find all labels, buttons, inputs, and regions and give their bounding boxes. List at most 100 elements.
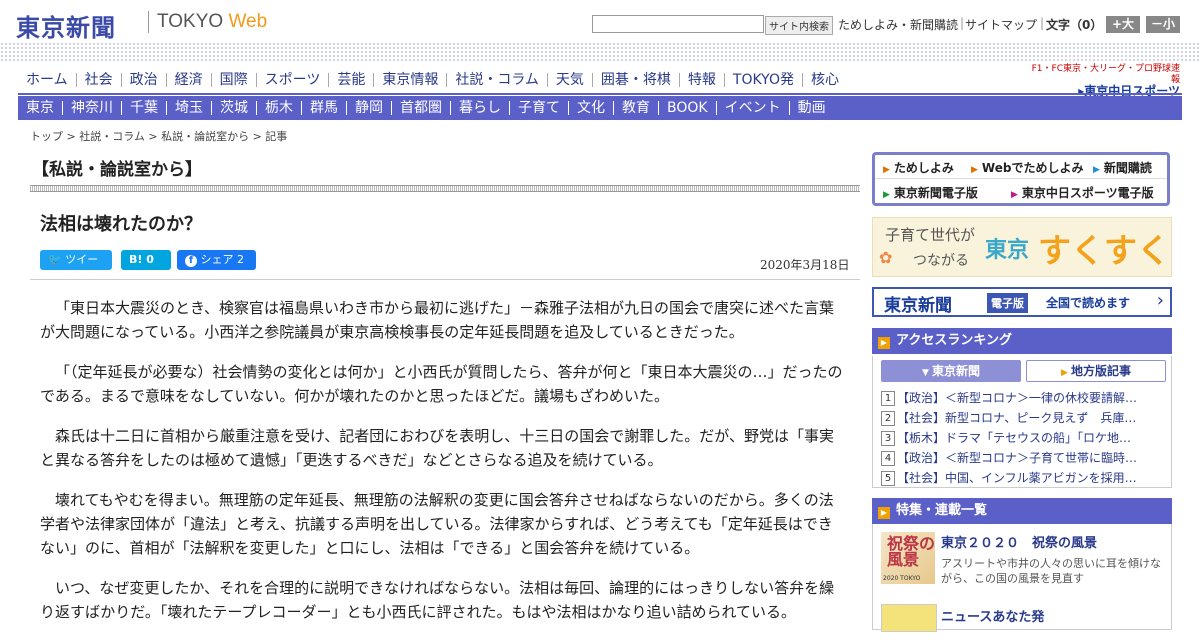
top-links-divider: | [960,16,965,30]
features-list: 祝祭の風景 2020 TOKYO 東京２０２０ 祝祭の風景 アスリートや市井の人々… [872,524,1172,632]
nav2-item-saitama[interactable]: 埼玉 [167,101,212,115]
nav-item-editorial-column[interactable]: 社説・コラム [447,73,548,87]
logo-en-suffix: Web [223,11,268,32]
article-paragraph: 壊れてもやむを得まい。無理筋の定年延長、無理筋の法解釈の変更に国会答弁させねばな… [40,491,834,557]
ranking-tabs: ▼ 東京新聞 ▶ 地方版記事 [872,356,1172,386]
quick-link-subscribe[interactable]: ▶ 新聞購読 [1093,159,1152,176]
font-size-down-button[interactable]: －小 [1146,16,1180,33]
nav-item-tokuho[interactable]: 特報 [680,73,725,87]
nav2-item-tokyo[interactable]: 東京 [18,101,63,115]
access-ranking-header: ▶ アクセスランキング [872,328,1172,354]
site-logo-en[interactable]: TOKYO Web [157,11,267,33]
ranking-item-text: 【社会】中国、インフル薬アビガンを採用… [897,471,1137,485]
triangle-right-icon: ▶ [878,337,890,349]
ranking-item-text: 【栃木】ドラマ「テセウスの船」「ロケ地… [897,431,1132,445]
tweet-button[interactable]: 🐦 ツイート [40,250,112,286]
nav-item-international[interactable]: 国際 [212,73,257,87]
quick-link-label: ためしよみ [893,161,954,175]
tab-tokyo-shimbun[interactable]: ▼ 東京新聞 [881,360,1021,382]
denshi-logo: 東京新聞 [884,296,952,316]
tab-local-articles[interactable]: ▶ 地方版記事 [1026,360,1166,382]
nav-item-tokyo-info[interactable]: 東京情報 [374,73,448,87]
facebook-share-button[interactable]: f シェア 2 [177,250,256,270]
triangle-right-icon: ▶ [1093,165,1100,175]
nav2-item-event[interactable]: イベント [717,101,790,115]
font-size-label: 文字（0） [1046,18,1103,32]
quick-link-web-trial[interactable]: ▶ Webでためしよみ [971,159,1083,176]
nav2-item-tochigi[interactable]: 栃木 [257,101,302,115]
feature-item-description: アスリートや市井の人々の思いに耳を傾けながら、この国の風景を見直す [941,557,1161,585]
rank-number: 4 [881,451,895,466]
nav-item-politics[interactable]: 政治 [122,73,167,87]
triangle-right-icon: ▶ [1061,368,1068,378]
features-title: 特集・連載一覧 [896,503,988,518]
nav2-item-video[interactable]: 動画 [790,101,834,115]
nav-item-society[interactable]: 社会 [77,73,122,87]
rank-number: 5 [881,471,895,486]
feature-thumbnail[interactable]: 祝祭の風景 2020 TOKYO [881,532,935,584]
ranking-item[interactable]: 4 【政治】＜新型コロナ＞子育て世帯に臨時… [881,448,1157,468]
site-logo[interactable]: 東京新聞 [16,8,116,43]
nav-item-sports[interactable]: スポーツ [257,73,330,87]
feature-item-title[interactable]: 東京２０２０ 祝祭の風景 [941,532,1097,551]
nav-divider [18,93,1182,95]
site-search-button[interactable]: サイト内検索 [765,16,833,35]
sukusuku-brand-tokyo: 東京 [985,238,1030,263]
ranking-item-text: 【政治】＜新型コロナ＞子育て世帯に臨時… [897,451,1138,465]
nav2-item-shutoken[interactable]: 首都圏 [392,101,451,115]
feature-item-title[interactable]: ニュースあなた発 [941,606,1044,625]
nav2-item-culture[interactable]: 文化 [569,101,614,115]
ranking-item[interactable]: 3 【栃木】ドラマ「テセウスの船」「ロケ地… [881,428,1157,448]
triangle-right-icon: ▶ [971,165,978,175]
feature-thumbnail[interactable] [881,604,937,632]
quick-link-chunichi-digital[interactable]: ▶ 東京中日スポーツ電子版 [1011,184,1154,201]
nav-item-home[interactable]: ホーム [18,73,77,87]
logo-divider [148,11,149,33]
nav2-item-parenting[interactable]: 子育て [510,101,569,115]
tab-label: 地方版記事 [1070,364,1131,378]
digital-edition-banner[interactable]: 東京新聞 電子版 全国で読めます › [872,287,1172,317]
nav-item-go-shogi[interactable]: 囲碁・将棋 [593,73,680,87]
quick-link-trial[interactable]: ▶ ためしよみ [883,159,954,176]
trial-subscribe-link[interactable]: ためしよみ・新聞購読 [838,16,958,33]
nav-item-kakushin[interactable]: 核心 [803,73,847,87]
site-search-input[interactable] [592,15,764,33]
nav-item-weather[interactable]: 天気 [548,73,593,87]
nav2-item-gunma[interactable]: 群馬 [302,101,347,115]
ranking-item-text: 【社会】新型コロナ、ピーク見えず 兵庫… [897,411,1137,425]
ranking-item[interactable]: 5 【社会】中国、インフル薬アビガンを採用… [881,468,1157,488]
nav2-item-book[interactable]: BOOK [659,101,717,115]
nav-item-entertainment[interactable]: 芸能 [329,73,375,87]
nav2-item-chiba[interactable]: 千葉 [122,101,167,115]
ranking-item[interactable]: 2 【社会】新型コロナ、ピーク見えず 兵庫… [881,408,1157,428]
facebook-share-label: シェア 2 [200,253,245,266]
quick-link-label: Webでためしよみ [981,161,1084,175]
triangle-right-icon: ▶ [883,165,890,175]
nav-item-tokyo-hatsu[interactable]: TOKYO発 [725,73,803,87]
quick-links-divider [875,178,1167,179]
nav2-item-ibaraki[interactable]: 茨城 [212,101,257,115]
triangle-right-icon: ▶ [883,190,890,200]
article-title: 法相は壊れたのか？ [40,214,202,235]
sitemap-link[interactable]: サイトマップ [965,16,1037,33]
nav-item-economy[interactable]: 経済 [167,73,212,87]
breadcrumb[interactable]: トップ > 社説・コラム > 私説・論説室から > 記事 [30,128,287,144]
chevron-right-icon: › [1156,290,1164,311]
nav2-item-kanagawa[interactable]: 神奈川 [63,101,122,115]
ranking-item[interactable]: 1 【政治】＜新型コロナ＞一律の休校要請解… [881,388,1157,408]
nav2-item-education[interactable]: 教育 [614,101,659,115]
quick-link-label: 東京中日スポーツ電子版 [1021,186,1154,200]
article-paragraph: 森氏は十二日に首相から厳重注意を受け、記者団におわびを表明し、十三日の国会で謝罪… [40,427,834,469]
article-paragraph: 「東日本大震災のとき、検察官は福島県いわき市から最初に逃げた」－森雅子法相が九日… [40,299,834,341]
nav2-item-shizuoka[interactable]: 静岡 [347,101,392,115]
article-date: 2020年3月18日 [760,258,850,272]
rank-number: 3 [881,431,895,446]
hatena-bookmark-button[interactable]: B! 0 [121,250,171,270]
nav2-item-living[interactable]: 暮らし [451,101,510,115]
font-size-up-button[interactable]: +大 [1106,16,1140,33]
regional-nav: 東京 神奈川 千葉 埼玉 茨城 栃木 群馬 静岡 首都圏 暮らし 子育て 文化 … [18,96,1182,120]
quick-link-digital[interactable]: ▶ 東京新聞電子版 [883,184,978,201]
tokyo-sukusuku-banner[interactable]: 子育て世代が つながる ✿ 東京 すくすく [872,217,1172,277]
triangle-right-icon: ▶ [878,507,890,519]
thumb-caption: 2020 TOKYO [883,575,921,582]
